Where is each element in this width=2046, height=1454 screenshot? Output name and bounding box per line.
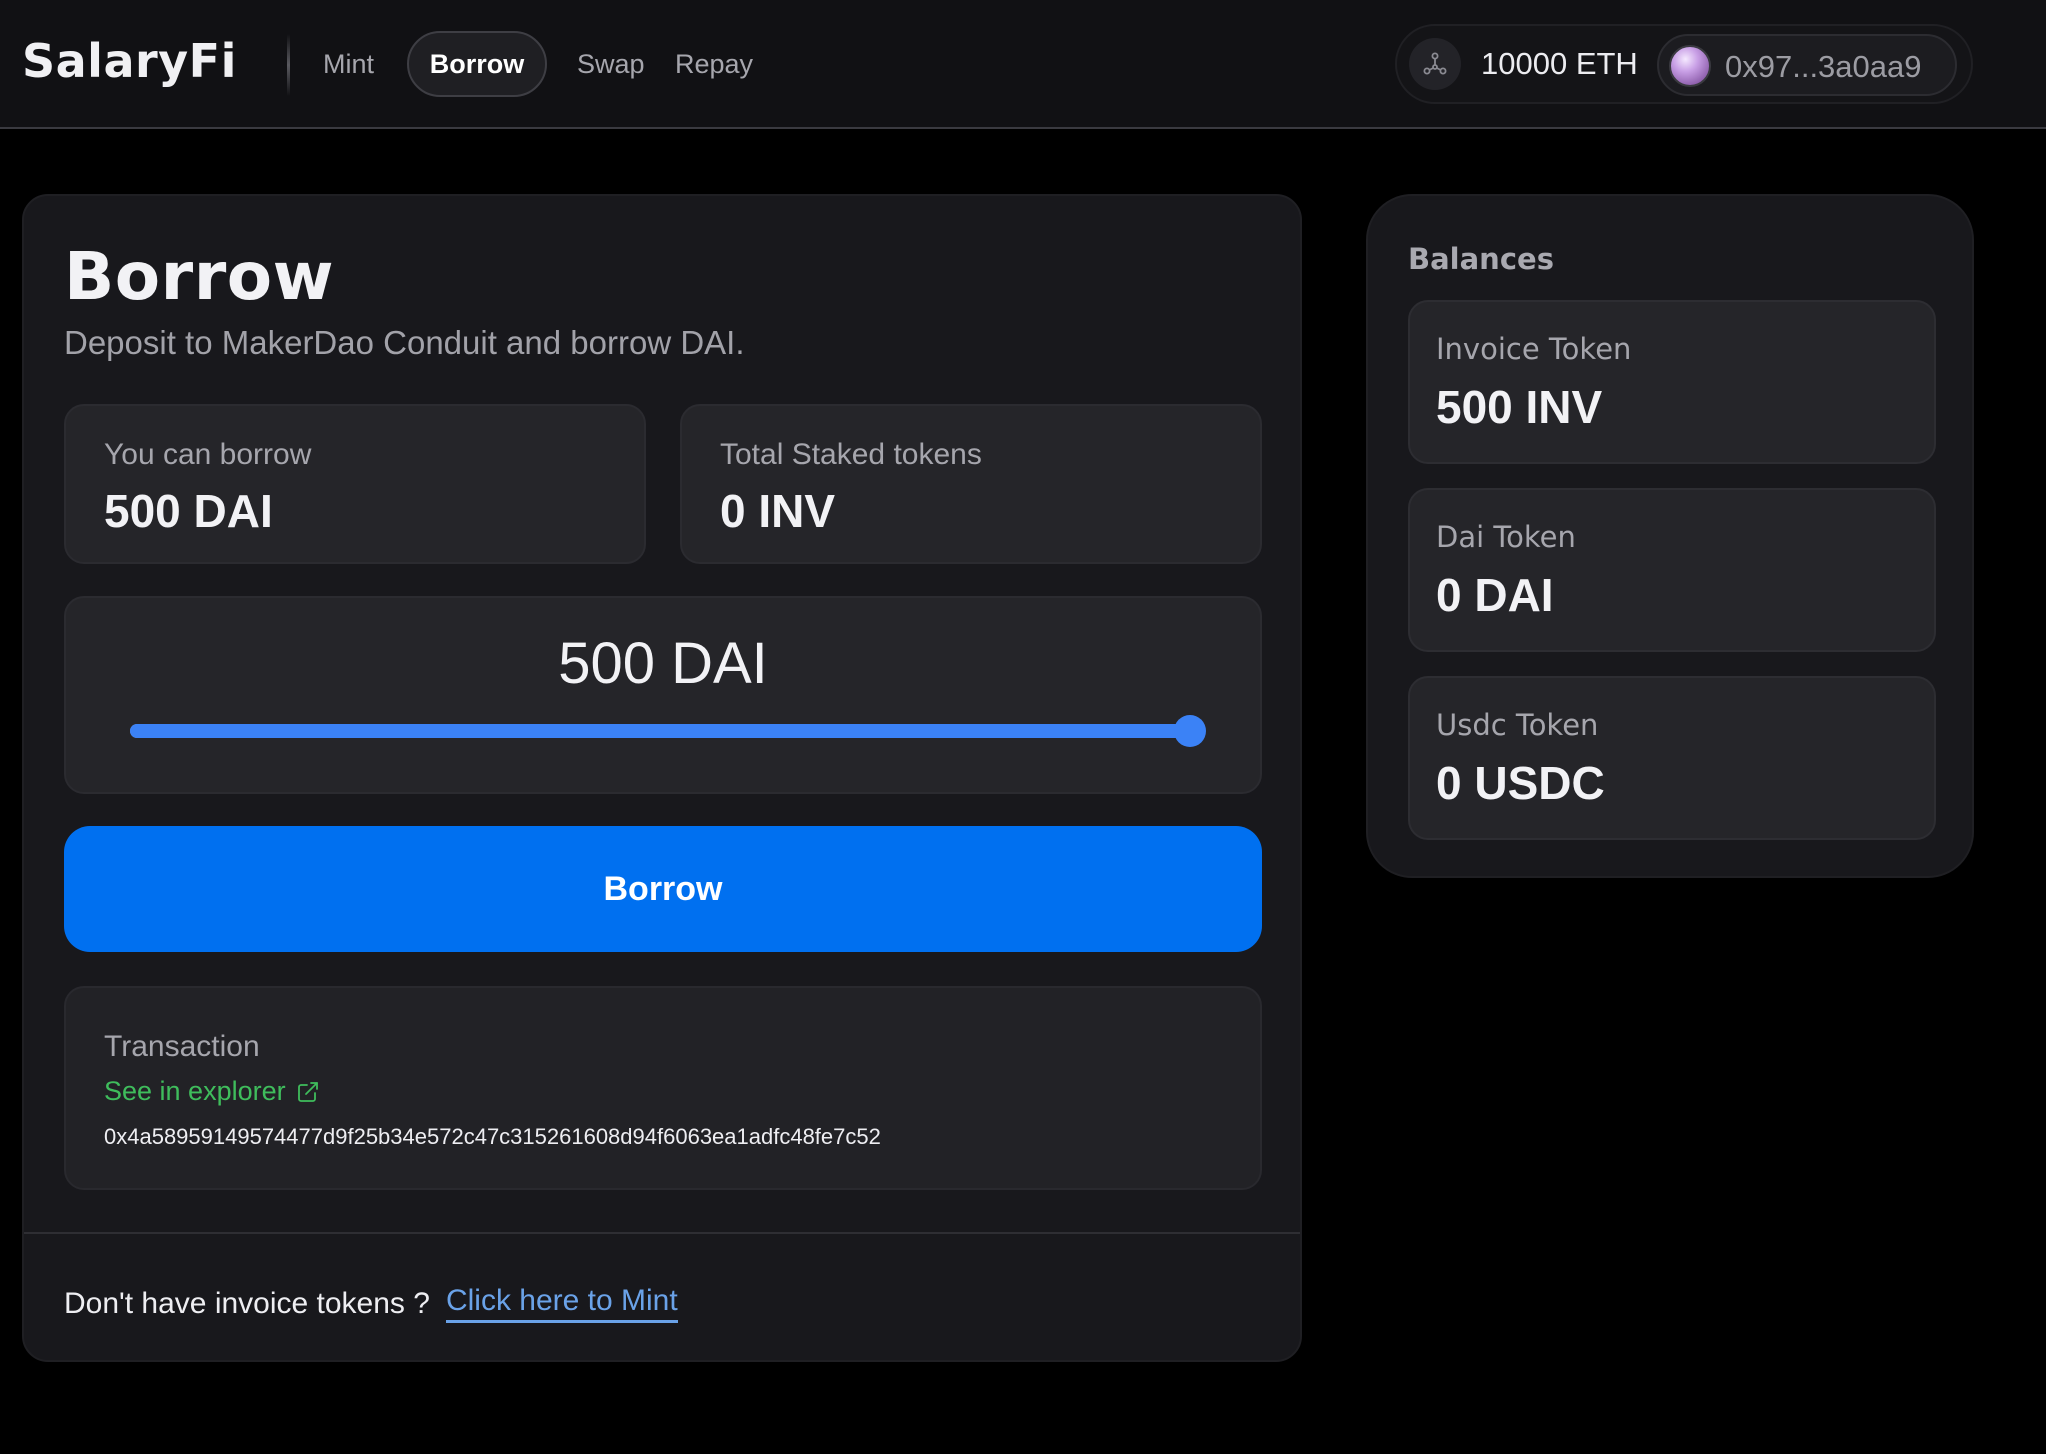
amount-slider-fill [130,724,1190,738]
eth-balance: 10000 ETH [1481,46,1638,81]
mint-link[interactable]: Click here to Mint [445,1284,678,1323]
selected-amount: 500 DAI [558,631,768,696]
transaction-label: Transaction [104,1030,260,1063]
stat-value: 500 DAI [104,485,273,537]
wallet-address: 0x97...3a0aa9 [1725,49,1922,84]
balances-title: Balances [1408,242,1554,276]
borrowable-stat: You can borrow 500 DAI [64,404,646,564]
balances-card: Balances Invoice Token 500 INV Dai Token… [1366,194,1974,878]
top-navbar: SalaryFi Mint Borrow Swap Repay 10000 ET… [0,0,2046,129]
nav-repay[interactable]: Repay [675,31,753,97]
balance-invoice-token: Invoice Token 500 INV [1408,300,1936,464]
page-title: Borrow [64,238,335,315]
explorer-link[interactable]: See in explorer [104,1076,320,1107]
balance-dai-token: Dai Token 0 DAI [1408,488,1936,652]
page-subtitle: Deposit to MakerDao Conduit and borrow D… [64,324,745,361]
balance-value: 500 INV [1436,381,1603,433]
wallet-widget: 10000 ETH 0x97...3a0aa9 [1395,24,1973,104]
borrow-card: Borrow Deposit to MakerDao Conduit and b… [22,194,1302,1362]
balance-value: 0 DAI [1436,569,1554,621]
app-logo[interactable]: SalaryFi [22,34,237,88]
balance-value: 0 USDC [1436,757,1605,809]
borrow-button[interactable]: Borrow [64,826,1262,952]
account-button[interactable]: 0x97...3a0aa9 [1657,34,1957,96]
stat-value: 0 INV [720,485,836,537]
avatar [1669,45,1711,87]
explorer-link-label: See in explorer [104,1076,286,1106]
divider [24,1232,1300,1234]
transaction-panel: Transaction See in explorer 0x4a58959149… [64,986,1262,1190]
staked-stat: Total Staked tokens 0 INV [680,404,1262,564]
amount-selector: 500 DAI [64,596,1262,794]
mint-prompt-text: Don't have invoice tokens ? [64,1286,430,1320]
nav-swap[interactable]: Swap [577,31,645,97]
amount-slider-thumb[interactable] [1174,715,1206,747]
balance-label: Invoice Token [1436,332,1632,366]
network-nodes-icon [1423,52,1447,75]
transaction-hash: 0x4a58959149574477d9f25b34e572c47c315261… [104,1124,881,1149]
amount-slider-track[interactable] [130,715,1206,747]
nav-mint[interactable]: Mint [323,31,374,97]
balance-label: Usdc Token [1436,708,1599,742]
nav-borrow[interactable]: Borrow [407,31,547,97]
logo-divider [287,34,290,96]
stat-label: Total Staked tokens [720,438,982,471]
mint-prompt: Don't have invoice tokens ? Click here t… [64,1284,678,1323]
balance-usdc-token: Usdc Token 0 USDC [1408,676,1936,840]
balance-label: Dai Token [1436,520,1576,554]
network-icon[interactable] [1409,38,1461,90]
stat-label: You can borrow [104,438,312,471]
external-link-icon [297,1081,318,1102]
